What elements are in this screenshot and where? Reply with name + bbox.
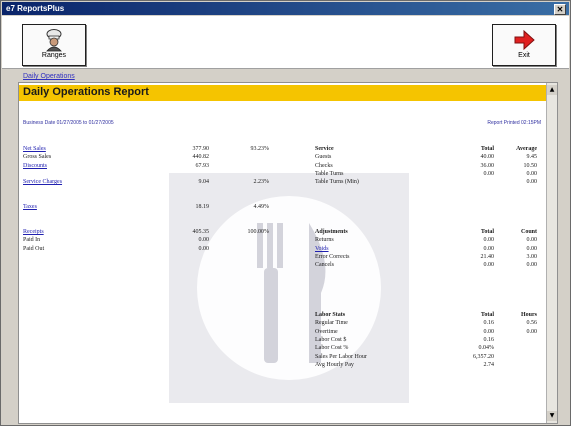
labor-row-cell: Sales Per Labor Hour <box>315 353 367 360</box>
breadcrumb-daily-operations[interactable]: Daily Operations <box>23 73 75 80</box>
service-header: Total <box>480 146 494 152</box>
adjustments-row-cell: Cancels <box>315 262 334 269</box>
labor-row-cell: 0.00 <box>526 328 538 335</box>
sales-row-value: 0.00 <box>198 245 210 252</box>
service-row-cell: Checks <box>315 162 333 169</box>
title-bar: e7 ReportsPlus ✕ <box>2 2 569 15</box>
sales-row-percent: 2.23% <box>253 179 270 186</box>
service-row-cell: 36.00 <box>480 162 495 169</box>
scroll-down-arrow[interactable]: ▼ <box>547 411 557 421</box>
service-row-cell: Table Turns (Min) <box>315 179 359 186</box>
exit-arrow-icon <box>493 28 555 52</box>
sales-row-label[interactable]: Service Charges <box>23 179 62 186</box>
adjustments-row-cell: Returns <box>315 237 334 244</box>
report-title-banner: Daily Operations Report <box>19 85 557 101</box>
adjustments-header: Adjustments <box>315 229 348 235</box>
service-row-cell: 40.00 <box>480 154 495 161</box>
labor-row-cell: Overtime <box>315 328 338 335</box>
labor-row-cell: Regular Time <box>315 320 348 327</box>
sales-row-label[interactable]: Net Sales <box>23 146 46 153</box>
adjustments-row-cell: Error Corrects <box>315 253 350 260</box>
labor-header: Hours <box>520 312 537 318</box>
adjustments-row-cell: 0.00 <box>526 262 538 269</box>
app-window: e7 ReportsPlus ✕ Ranges Exit Daily Opera… <box>0 0 571 426</box>
service-row-cell: Guests <box>315 154 332 161</box>
adjustments-row-cell: 3.00 <box>526 253 538 260</box>
adjustments-row-cell: 0.00 <box>526 245 538 252</box>
toolbar: Ranges Exit <box>2 16 569 69</box>
adjustments-row-cell: 21.40 <box>480 253 495 260</box>
adjustments-row-cell: 0.00 <box>483 245 495 252</box>
adjustments-row-cell[interactable]: Voids <box>315 246 329 253</box>
sales-row-percent: 93.23% <box>250 146 270 152</box>
service-header: Service <box>315 146 334 152</box>
service-row-cell: 0.00 <box>526 170 538 177</box>
sales-row-label[interactable]: Discounts <box>23 163 47 170</box>
sales-row-value: 9.04 <box>198 179 210 186</box>
ranges-button[interactable]: Ranges <box>22 24 86 66</box>
sales-row-label: Paid In <box>23 237 41 244</box>
labor-header: Labor Stats <box>315 312 346 318</box>
close-window-button[interactable]: ✕ <box>554 4 566 15</box>
service-row-cell: Table Turns <box>315 170 344 177</box>
labor-row-cell: Avg Hourly Pay <box>315 361 354 368</box>
sales-row-value: 440.82 <box>192 154 210 161</box>
vertical-scrollbar[interactable]: ▲ ▼ <box>546 83 557 423</box>
service-row-cell: 0.00 <box>526 179 538 186</box>
sales-row-label[interactable]: Taxes <box>23 204 37 211</box>
sales-row-value: 0.00 <box>198 237 210 244</box>
labor-row-cell: 0.04% <box>478 345 495 352</box>
sales-row-value: 377.90 <box>192 146 210 152</box>
window-title: e7 ReportsPlus <box>6 4 65 13</box>
business-date: Business Date 01/27/2005 to 01/27/2005 <box>23 120 114 126</box>
service-header: Average <box>516 146 537 152</box>
chef-icon <box>23 28 85 52</box>
sales-row-value: 18.19 <box>195 204 210 211</box>
sales-row-percent: 100.00% <box>247 229 270 235</box>
adjustments-row-cell: 0.00 <box>483 262 495 269</box>
labor-row-cell: 0.00 <box>483 328 495 335</box>
labor-row-cell: Labor Cost % <box>315 345 349 352</box>
adjustments-row-cell: 0.00 <box>526 237 538 244</box>
labor-row-cell: 0.16 <box>483 320 495 327</box>
sales-row-percent: 4.49% <box>253 204 270 211</box>
adjustments-header: Total <box>480 229 494 235</box>
labor-row-cell: Labor Cost $ <box>315 336 347 343</box>
labor-row-cell: 2.74 <box>483 361 495 368</box>
scroll-up-arrow[interactable]: ▲ <box>547 85 557 95</box>
exit-button[interactable]: Exit <box>492 24 556 66</box>
labor-row-cell: 0.16 <box>483 336 495 343</box>
sales-row-label[interactable]: Receipts <box>23 229 44 236</box>
service-row-cell: 10.50 <box>523 162 538 169</box>
labor-row-cell: 6,357.20 <box>473 353 494 360</box>
labor-row-cell: 0.56 <box>526 320 538 327</box>
exit-label: Exit <box>518 52 530 59</box>
labor-header: Total <box>480 312 494 318</box>
sales-row-label: Paid Out <box>23 245 45 252</box>
report-title: Daily Operations Report <box>23 86 149 98</box>
adjustments-header: Count <box>520 229 537 235</box>
report-printed: Report Printed 02:15PM <box>487 120 541 126</box>
report-pane: Daily Operations Report ▲ ▼ Business Dat… <box>18 82 558 424</box>
adjustments-row-cell: 0.00 <box>483 237 495 244</box>
ranges-label: Ranges <box>41 52 67 59</box>
sales-row-value: 405.35 <box>192 229 210 235</box>
sales-row-value: 67.93 <box>195 162 210 169</box>
service-row-cell: 9.45 <box>526 154 538 161</box>
service-row-cell: 0.00 <box>483 170 495 177</box>
sales-row-label: Gross Sales <box>23 154 52 161</box>
